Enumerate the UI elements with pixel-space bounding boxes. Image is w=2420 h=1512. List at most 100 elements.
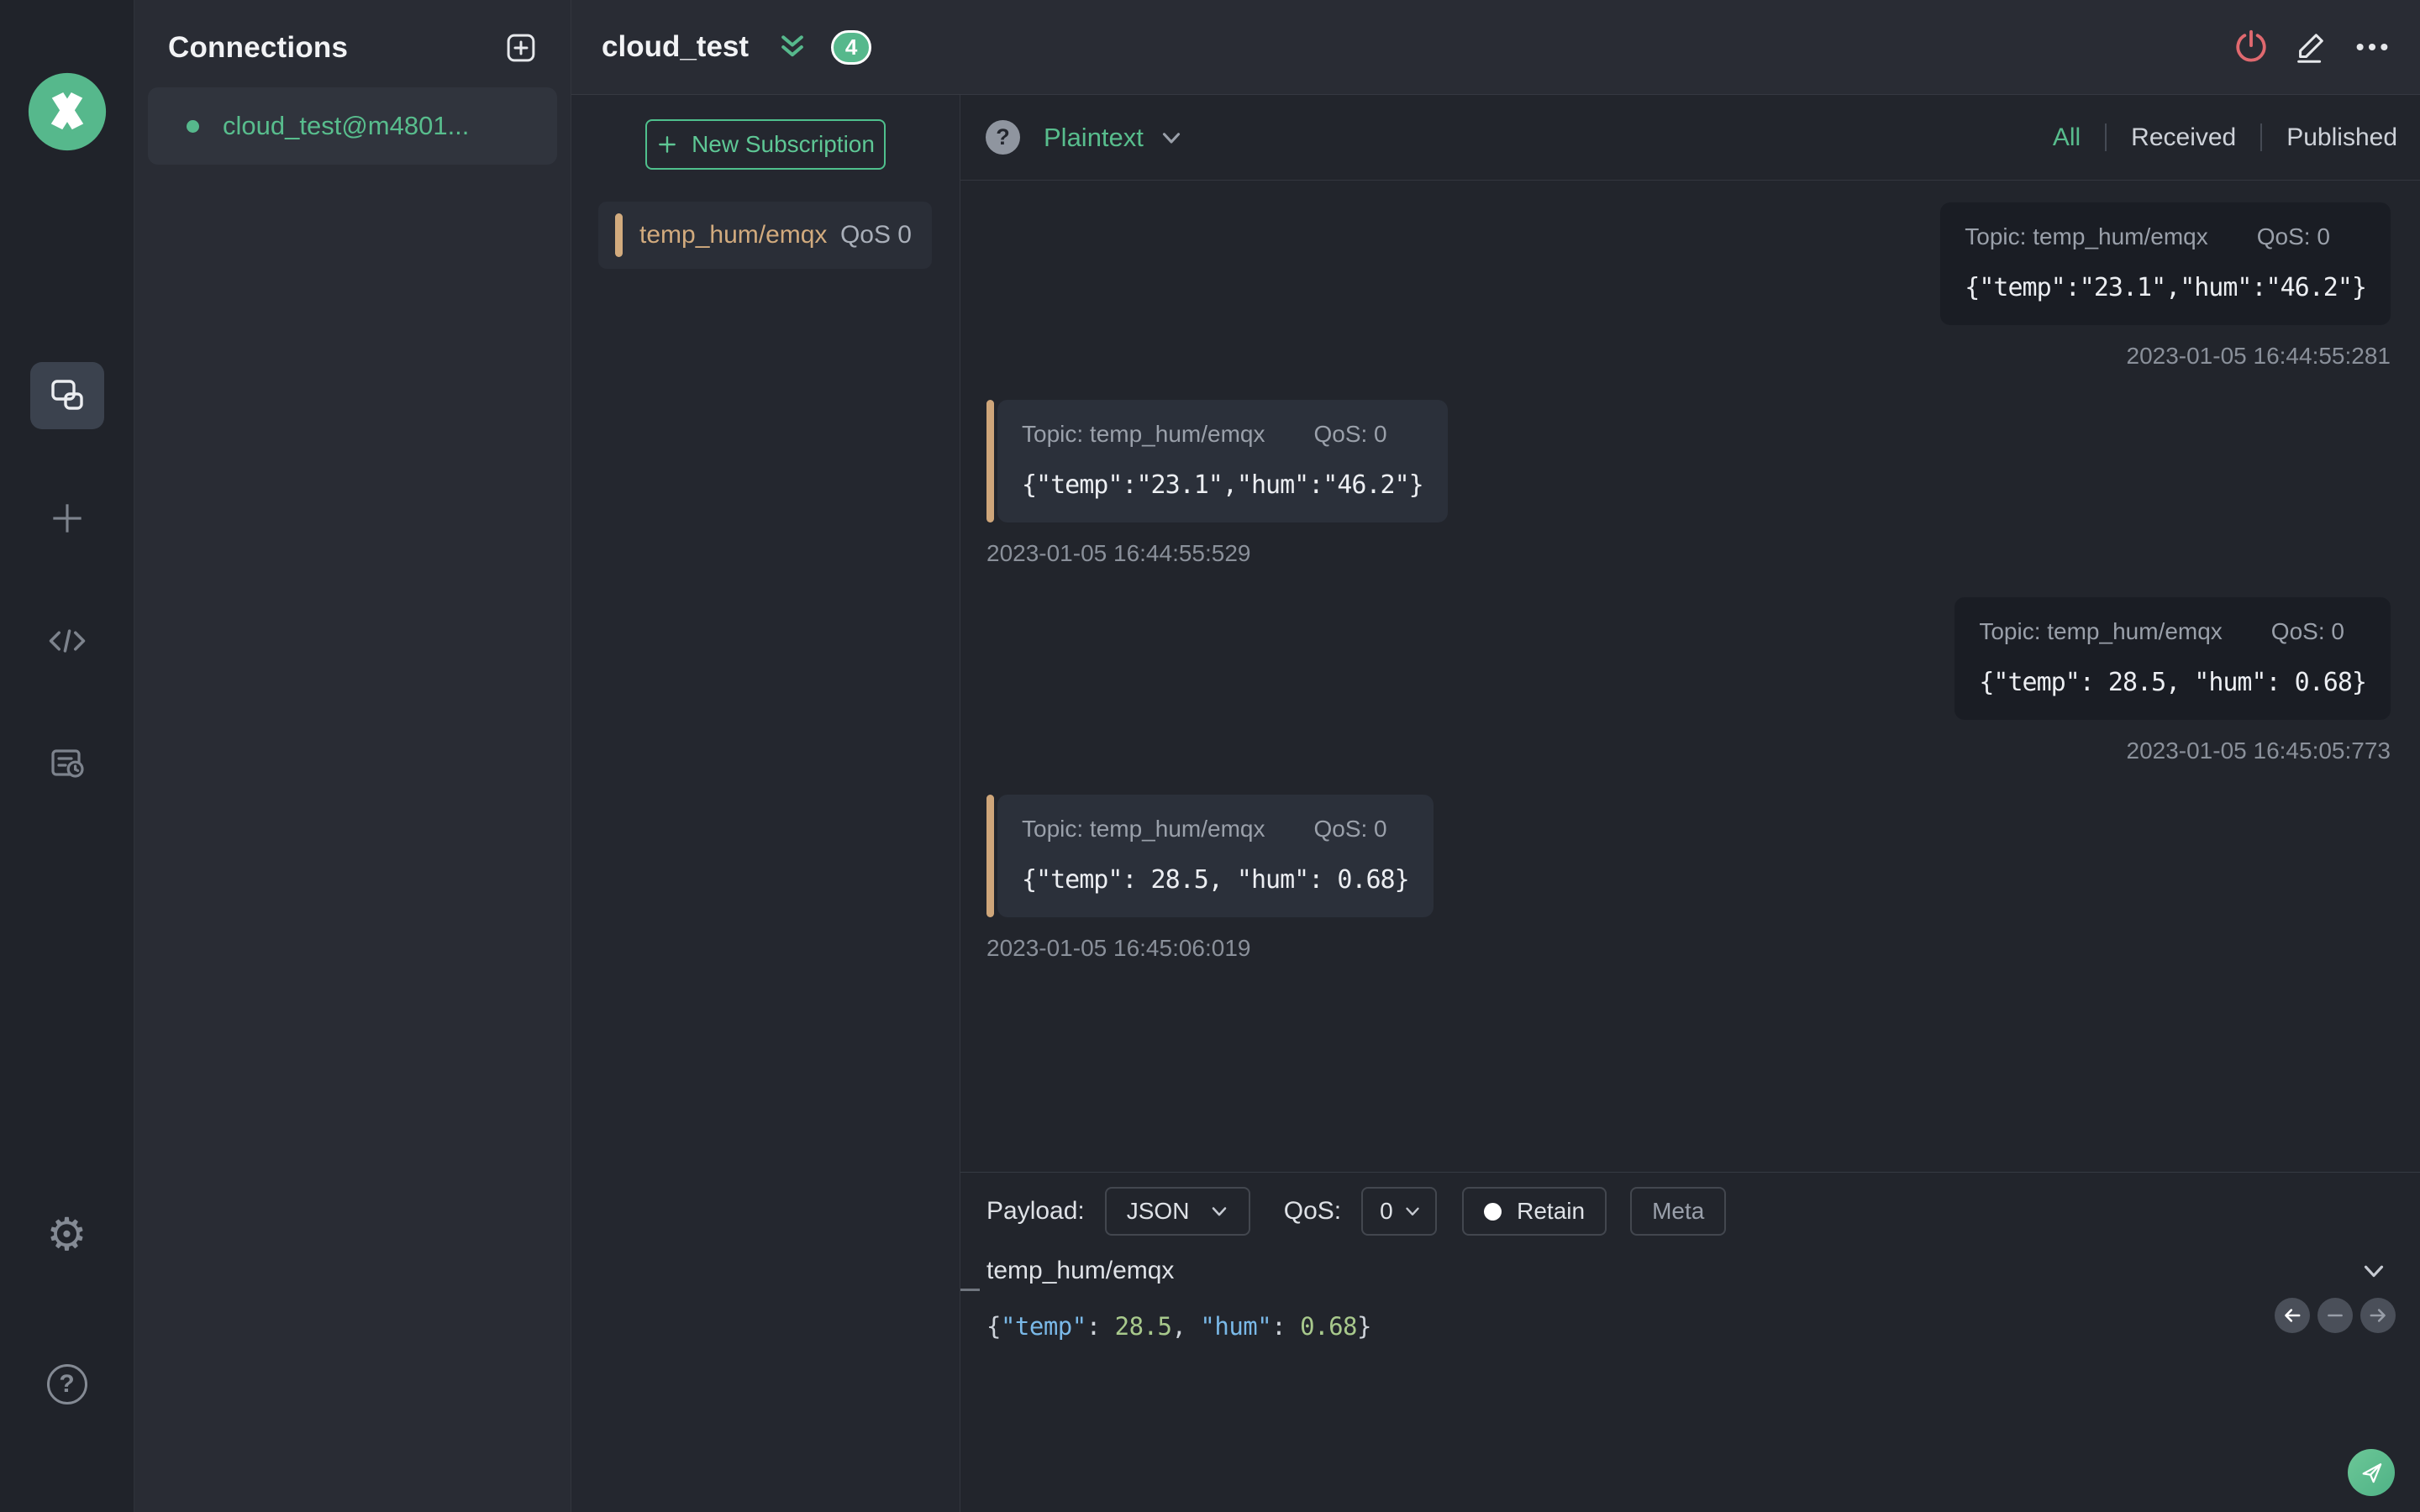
message-meta: Topic: temp_hum/emqx QoS: 0	[1022, 421, 1423, 448]
message-timestamp: 2023-01-05 16:44:55:529	[986, 540, 1251, 566]
retain-label: Retain	[1517, 1198, 1586, 1224]
message-meta: Topic: temp_hum/emqx QoS: 0	[1965, 223, 2366, 250]
message-card-row: Topic: temp_hum/emqx QoS: 0 {"temp": 28.…	[986, 795, 1434, 917]
nav-settings[interactable]: ⚙	[30, 1201, 104, 1268]
sidebar-nav	[29, 362, 104, 797]
message-item[interactable]: Topic: temp_hum/emqx QoS: 0 {"temp": 28.…	[986, 597, 2391, 764]
chevron-down-icon	[1207, 1200, 1231, 1223]
subscription-topic: temp_hum/emqx	[639, 221, 828, 249]
plus-icon	[656, 134, 678, 155]
message-payload: {"temp": 28.5, "hum": 0.68}	[1022, 865, 1410, 895]
message-topic: Topic: temp_hum/emqx	[1022, 816, 1265, 842]
message-qos: QoS: 0	[2256, 223, 2330, 249]
payload-format-selector[interactable]: Plaintext	[1044, 123, 1144, 153]
payload-token-key: "temp"	[1000, 1312, 1086, 1341]
add-connection-button[interactable]	[503, 30, 539, 66]
resize-handle[interactable]	[960, 1289, 980, 1291]
meta-button[interactable]: Meta	[1630, 1187, 1727, 1236]
history-next-button[interactable]	[2360, 1298, 2396, 1333]
mqttx-logo	[27, 71, 108, 152]
plus-square-icon	[503, 30, 539, 66]
filter-all[interactable]: All	[2028, 123, 2105, 152]
message-item[interactable]: Topic: temp_hum/emqx QoS: 0 {"temp":"23.…	[986, 202, 2391, 370]
connection-name: cloud_test@m4801...	[223, 111, 470, 140]
message-timestamp: 2023-01-05 16:45:05:773	[2126, 738, 2391, 764]
subscriptions-column: New Subscription temp_hum/emqx QoS 0	[571, 95, 960, 1512]
message-topic: Topic: temp_hum/emqx	[1979, 618, 2223, 644]
settings-icon: ⚙	[46, 1210, 87, 1260]
payload-editor[interactable]: {"temp": 28.5, "hum": 0.68}	[960, 1287, 2420, 1341]
connected-status-dot	[187, 119, 199, 133]
more-options-button[interactable]	[2352, 27, 2392, 67]
connection-list-item[interactable]: cloud_test@m4801...	[148, 87, 557, 165]
payload-editor-line[interactable]: {"temp": 28.5, "hum": 0.68}	[986, 1312, 2388, 1341]
nav-new-connection[interactable]	[30, 485, 104, 552]
nav-log[interactable]	[30, 730, 104, 797]
nav-help[interactable]: ?	[30, 1351, 104, 1418]
log-icon	[47, 743, 87, 784]
message-meta: Topic: temp_hum/emqx QoS: 0	[1022, 816, 1409, 843]
format-help-icon[interactable]: ?	[986, 120, 1020, 155]
send-button[interactable]	[2348, 1449, 2395, 1496]
payload-token-key: "hum"	[1200, 1312, 1272, 1341]
message-block: Topic: temp_hum/emqx QoS: 0 {"temp":"23.…	[986, 400, 1448, 567]
subscription-qos: QoS 0	[839, 221, 912, 249]
message-card-row: Topic: temp_hum/emqx QoS: 0 {"temp": 28.…	[1954, 597, 2391, 720]
chevron-down-icon	[1402, 1200, 1423, 1222]
retain-toggle[interactable]: Retain	[1462, 1187, 1607, 1236]
publish-topic-row: temp_hum/emqx	[960, 1236, 2420, 1287]
ellipsis-icon	[2353, 28, 2391, 66]
chevron-down-icon[interactable]	[1157, 123, 1186, 152]
topic-input[interactable]: temp_hum/emqx	[986, 1257, 1174, 1285]
filter-published[interactable]: Published	[2262, 123, 2398, 152]
message-timestamp: 2023-01-05 16:44:55:281	[2126, 343, 2391, 369]
publish-toolbar: Payload: JSON QoS: 0 Retain Meta	[960, 1173, 2420, 1236]
history-prev-button[interactable]	[2275, 1298, 2310, 1333]
connections-icon	[47, 375, 87, 416]
message-block: Topic: temp_hum/emqx QoS: 0 {"temp": 28.…	[1954, 597, 2391, 764]
payload-token-num: 0.68	[1300, 1312, 1357, 1341]
message-topic: Topic: temp_hum/emqx	[1965, 223, 2208, 249]
new-connection-icon	[46, 497, 88, 539]
message-card: Topic: temp_hum/emqx QoS: 0 {"temp": 28.…	[997, 795, 1434, 917]
message-topic: Topic: temp_hum/emqx	[1022, 421, 1265, 447]
messages-list: Topic: temp_hum/emqx QoS: 0 {"temp":"23.…	[960, 181, 2420, 1172]
message-card: Topic: temp_hum/emqx QoS: 0 {"temp":"23.…	[1940, 202, 2391, 325]
qos-label: QoS:	[1283, 1197, 1342, 1225]
new-subscription-button[interactable]: New Subscription	[645, 119, 886, 170]
subscription-item[interactable]: temp_hum/emqx QoS 0	[598, 202, 932, 269]
double-chevron-down-icon[interactable]	[776, 30, 809, 64]
message-item[interactable]: Topic: temp_hum/emqx QoS: 0 {"temp": 28.…	[986, 795, 2391, 962]
qos-select[interactable]: 0	[1361, 1187, 1438, 1236]
new-subscription-label: New Subscription	[692, 131, 875, 157]
filter-received[interactable]: Received	[2107, 123, 2260, 152]
nav-script[interactable]	[30, 607, 104, 675]
disconnect-button[interactable]	[2231, 27, 2271, 67]
arrow-right-icon	[2370, 1309, 2386, 1322]
edit-connection-button[interactable]	[2291, 27, 2332, 67]
payload-token-num: 28.5	[1114, 1312, 1172, 1341]
message-color-bar	[986, 795, 994, 917]
payload-token-punct: :	[1271, 1312, 1301, 1341]
payload-token-punct: {	[986, 1312, 1001, 1341]
message-qos: QoS: 0	[2270, 618, 2344, 644]
message-count-badge: 4	[831, 29, 872, 65]
payload-format-select[interactable]: JSON	[1104, 1187, 1250, 1236]
payload-format-value: JSON	[1126, 1198, 1190, 1224]
message-card-row: Topic: temp_hum/emqx QoS: 0 {"temp":"23.…	[1940, 202, 2391, 325]
history-clear-button[interactable]	[2317, 1298, 2353, 1333]
page-title: cloud_test	[602, 30, 750, 63]
message-item[interactable]: Topic: temp_hum/emqx QoS: 0 {"temp":"23.…	[986, 400, 2391, 567]
payload-token-punct: :	[1086, 1312, 1115, 1341]
message-qos: QoS: 0	[1313, 816, 1387, 842]
payload-label: Payload:	[986, 1197, 1085, 1225]
chevron-down-icon[interactable]	[2358, 1255, 2390, 1287]
app-root: ⚙ ? Connections cloud_test@m4801... clou…	[0, 0, 2420, 1512]
publish-panel: Payload: JSON QoS: 0 Retain Meta temp_hu…	[960, 1172, 2420, 1512]
nav-connections[interactable]	[29, 362, 104, 429]
sidebar-bottom: ⚙ ?	[30, 1201, 104, 1512]
message-meta: Topic: temp_hum/emqx QoS: 0	[1979, 618, 2366, 645]
pencil-icon	[2292, 28, 2331, 66]
message-qos: QoS: 0	[1313, 421, 1387, 447]
subscription-color-bar	[615, 213, 623, 257]
